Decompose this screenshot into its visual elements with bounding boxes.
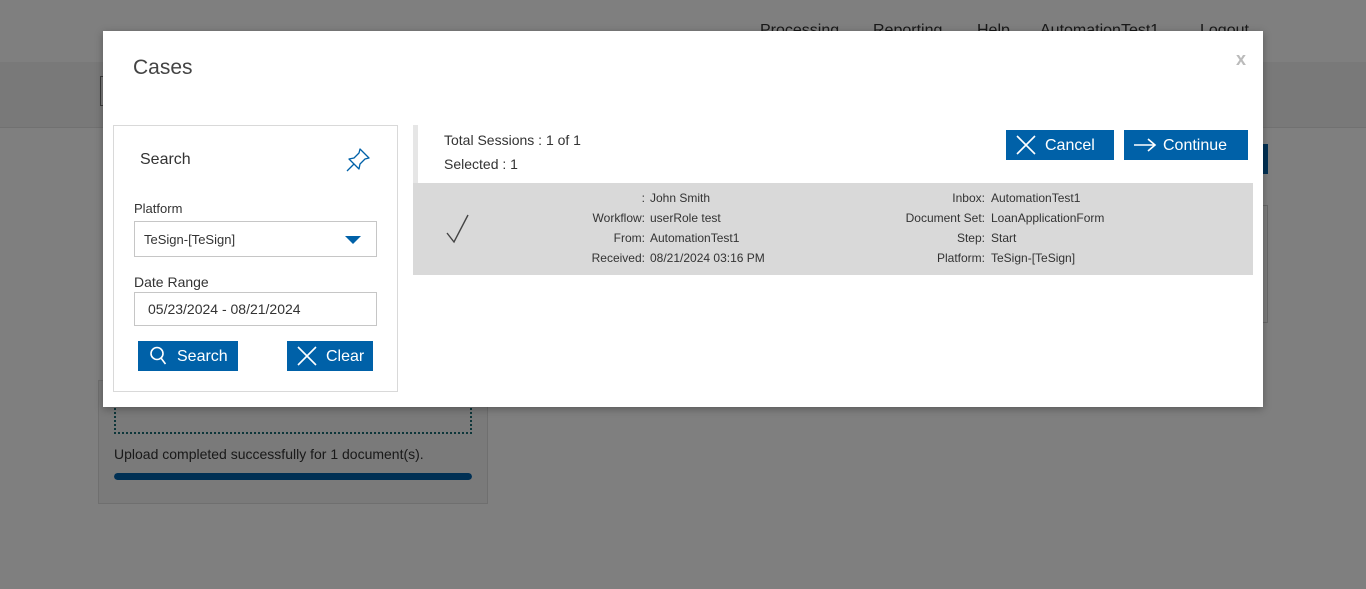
step-value: Start: [991, 231, 1017, 245]
close-button[interactable]: x: [1236, 49, 1246, 70]
clear-button[interactable]: Clear: [287, 341, 373, 371]
document-set-value: LoanApplicationForm: [991, 211, 1105, 225]
inbox-value: AutomationTest1: [991, 191, 1081, 205]
modal-title: Cases: [133, 56, 193, 79]
field-value-name: John Smith: [650, 191, 711, 205]
platform-select-value: TeSign-[TeSign]: [144, 232, 236, 247]
clear-button-label: Clear: [326, 348, 365, 365]
search-icon: [150, 346, 167, 365]
search-button-label: Search: [177, 348, 228, 365]
close-icon: [1016, 135, 1036, 155]
date-range-label: Date Range: [134, 274, 209, 290]
arrow-right-icon: [1134, 138, 1157, 152]
field-label: :: [641, 191, 645, 205]
checkmark-icon: [446, 214, 469, 244]
platform-row-value: TeSign-[TeSign]: [991, 251, 1076, 265]
continue-button-label: Continue: [1163, 137, 1228, 154]
received-label: Received:: [591, 251, 645, 265]
search-panel: Search Platform TeSign-[TeSign] Date Ran…: [113, 125, 398, 392]
search-heading: Search: [140, 151, 191, 168]
workflow-value: userRole test: [650, 211, 721, 225]
search-button[interactable]: Search: [138, 341, 238, 371]
document-set-label: Document Set:: [905, 211, 985, 225]
chevron-down-icon: [345, 236, 361, 244]
date-range-input[interactable]: [134, 292, 377, 326]
results-header: Total Sessions : 1 of 1 Selected : 1 Can…: [413, 125, 1253, 183]
close-icon: [297, 346, 317, 366]
step-label: Step:: [956, 231, 985, 245]
total-sessions: Total Sessions : 1 of 1: [444, 132, 581, 148]
cases-modal: Cases x Search Platform TeSign-[TeSign] …: [103, 31, 1263, 407]
continue-button[interactable]: Continue: [1124, 130, 1248, 160]
platform-row-label: Platform:: [936, 251, 985, 265]
pin-icon[interactable]: [344, 146, 372, 174]
selected-count: Selected : 1: [444, 156, 518, 172]
cancel-button[interactable]: Cancel: [1006, 130, 1114, 160]
from-label: From:: [613, 231, 645, 245]
platform-select[interactable]: TeSign-[TeSign]: [134, 221, 377, 257]
received-value: 08/21/2024 03:16 PM: [650, 251, 765, 265]
results-panel: Total Sessions : 1 of 1 Selected : 1 Can…: [413, 125, 1253, 275]
result-row[interactable]: : John Smith Workflow: userRole test Fro…: [413, 183, 1253, 275]
inbox-label: Inbox:: [952, 191, 985, 205]
from-value: AutomationTest1: [650, 231, 740, 245]
cancel-button-label: Cancel: [1045, 137, 1095, 154]
platform-label: Platform: [134, 201, 183, 216]
workflow-label: Workflow:: [592, 211, 645, 225]
